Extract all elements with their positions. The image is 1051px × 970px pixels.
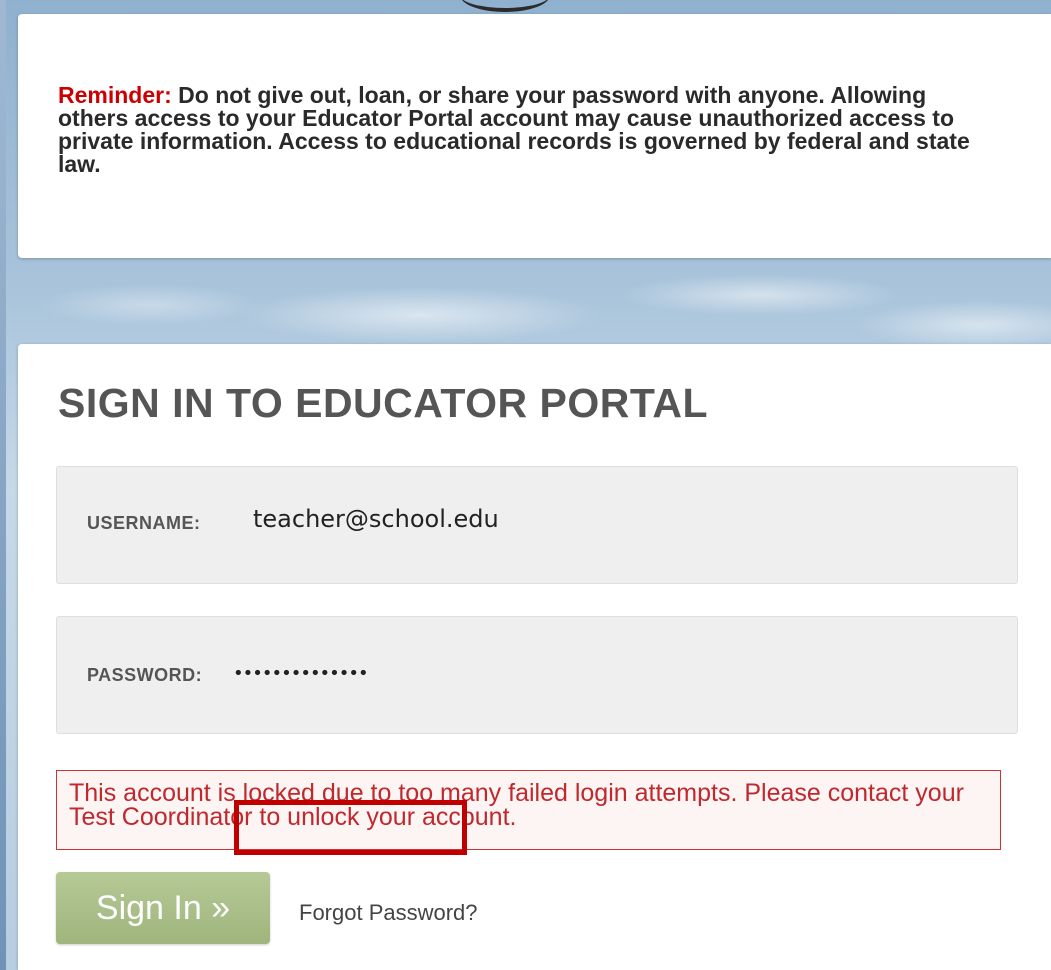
error-message: This account is locked due to too many f… (56, 770, 1001, 850)
logo-edge (460, 0, 550, 12)
background-clouds (0, 255, 1051, 350)
reminder-text: Reminder: Do not give out, loan, or shar… (58, 84, 998, 176)
username-input[interactable] (253, 501, 953, 537)
test-coordinator-link[interactable]: Test Coordinator (69, 803, 252, 831)
password-input[interactable] (233, 655, 933, 691)
forgot-password-link[interactable]: Forgot Password? (299, 900, 478, 926)
sign-in-button[interactable]: Sign In » (56, 872, 270, 944)
password-field: PASSWORD: (56, 616, 1018, 734)
username-field: USERNAME: (56, 466, 1018, 584)
highlight-annotation (234, 800, 467, 855)
window-edge (0, 0, 6, 970)
signin-panel: SIGN IN TO EDUCATOR PORTAL USERNAME: PAS… (18, 344, 1051, 970)
username-label: USERNAME: (87, 513, 201, 533)
reminder-panel: Reminder: Do not give out, loan, or shar… (18, 14, 1051, 258)
reminder-message: Do not give out, loan, or share your pas… (58, 82, 970, 177)
password-label: PASSWORD: (87, 665, 203, 685)
page-title: SIGN IN TO EDUCATOR PORTAL (58, 380, 709, 426)
